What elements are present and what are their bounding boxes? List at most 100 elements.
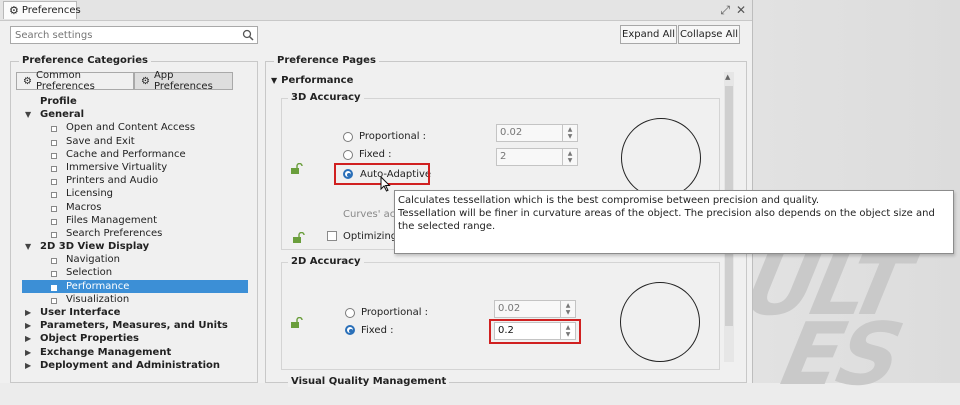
tree-item-label: Parameters, Measures, and Units <box>40 320 228 332</box>
radio-proportional-2d[interactable] <box>345 308 355 318</box>
proportional-3d-value: 0.02 <box>500 127 523 138</box>
chevron-right-icon[interactable]: ▶ <box>25 306 31 319</box>
tree-item[interactable]: Selection <box>22 266 248 279</box>
optimizing-label: Optimizing <box>343 231 398 242</box>
leaf-icon <box>51 152 57 159</box>
tree-item-label: User Interface <box>40 307 121 318</box>
tree-item[interactable]: Immersive Virtuality <box>22 161 248 174</box>
tree-item[interactable]: Cache and Performance <box>22 148 248 161</box>
accuracy-3d-title: 3D Accuracy <box>288 92 364 103</box>
scroll-up-icon[interactable]: ▲ <box>725 73 730 81</box>
section-title: Performance <box>281 75 354 86</box>
maximize-icon[interactable]: ⤢ <box>720 3 730 18</box>
stepper-arrows-icon[interactable]: ▲ ▼ <box>562 125 577 141</box>
tree-item-label: Object Properties <box>40 333 140 345</box>
preferences-tab[interactable]: ⚙ Preferences <box>3 1 81 19</box>
proportional-3d-stepper[interactable]: 0.02 ▲ ▼ <box>496 124 578 142</box>
lock-icon[interactable] <box>290 316 303 328</box>
tree-item-label: Save and Exit <box>66 135 135 147</box>
optimizing-checkbox[interactable] <box>327 231 337 241</box>
chevron-right-icon[interactable]: ▶ <box>25 332 31 345</box>
proportional-2d-value: 0.02 <box>498 303 521 314</box>
collapse-all-button[interactable]: Collapse All <box>678 25 740 44</box>
tab-label: Common Preferences <box>35 70 95 92</box>
tree-item[interactable]: Macros <box>22 201 248 214</box>
tree-item[interactable]: Printers and Audio <box>22 174 248 187</box>
fixed-3d-label: Fixed : <box>359 149 392 160</box>
tree-item-label: Macros <box>66 201 102 213</box>
search-icon[interactable] <box>242 29 254 44</box>
tree-item[interactable]: Profile <box>22 95 248 108</box>
tree-item[interactable]: Save and Exit <box>22 135 248 148</box>
tree-item-label: Search Preferences <box>66 227 163 239</box>
tree-item[interactable]: ▶ Parameters, Measures, and Units <box>22 319 248 332</box>
tree-item-label: Files Management <box>66 214 157 226</box>
tree-item[interactable]: Performance <box>22 279 248 293</box>
tree-item[interactable]: ▶ User Interface <box>22 306 248 319</box>
stepper-arrows-icon[interactable]: ▲ ▼ <box>560 301 575 317</box>
tree-item[interactable]: Visualization <box>22 293 248 306</box>
accuracy-2d-title: 2D Accuracy <box>288 256 364 267</box>
radio-fixed-2d[interactable] <box>345 325 355 335</box>
chevron-right-icon[interactable]: ▶ <box>25 319 31 332</box>
tab-common-preferences[interactable]: ⚙ Common Preferences <box>16 70 134 92</box>
leaf-icon <box>51 271 57 278</box>
tree-item[interactable]: Open and Content Access <box>22 121 248 134</box>
chevron-right-icon[interactable]: ▶ <box>25 359 31 372</box>
tree-item[interactable]: ▶ Object Properties <box>22 332 248 345</box>
tree-item[interactable]: Licensing <box>22 187 248 200</box>
auto-adaptive-tooltip: Calculates tessellation which is the bes… <box>394 190 954 254</box>
tree-item-label: Immersive Virtuality <box>66 161 168 173</box>
expand-all-button[interactable]: Expand All <box>620 25 677 44</box>
search-input[interactable] <box>11 27 239 43</box>
chevron-down-icon: ▼ <box>271 76 278 85</box>
proportional-2d-stepper[interactable]: 0.02 ▲ ▼ <box>494 300 576 318</box>
curves-accuracy-label: Curves' acc <box>343 209 401 220</box>
leaf-icon <box>51 231 57 238</box>
search-field[interactable] <box>10 26 258 44</box>
leaf-icon <box>51 218 57 225</box>
radio-proportional-3d[interactable] <box>343 132 353 142</box>
tree-item[interactable]: ▼ General <box>22 108 248 121</box>
tree-item-label: Printers and Audio <box>66 175 159 187</box>
lock-icon[interactable] <box>292 231 305 243</box>
tab-app-preferences[interactable]: ⚙ App Preferences <box>134 70 233 92</box>
tree-item-label: Profile <box>40 96 77 107</box>
leaf-icon <box>51 205 57 212</box>
tree-item[interactable]: Navigation <box>22 253 248 266</box>
tree-item[interactable]: ▼ 2D 3D View Display <box>22 240 248 253</box>
close-icon[interactable]: ✕ <box>736 3 746 18</box>
gear-icon: ⚙ <box>23 75 32 87</box>
tab-label: App Preferences <box>153 70 213 92</box>
tree-item-label: General <box>40 109 84 121</box>
pages-title: Preference Pages <box>274 55 379 66</box>
leaf-icon <box>51 192 57 199</box>
stepper-arrows-icon[interactable]: ▲ ▼ <box>562 149 577 165</box>
performance-section-header[interactable]: ▼ Performance <box>271 75 353 86</box>
tree-item[interactable]: ▶ Exchange Management <box>22 346 248 359</box>
brand-watermark: ULT ES <box>721 235 916 405</box>
tree-item[interactable]: ▶ Deployment and Administration <box>22 359 248 372</box>
tree-item[interactable]: Search Preferences <box>22 227 248 240</box>
tree-item[interactable]: Files Management <box>22 214 248 227</box>
leaf-icon <box>51 179 57 186</box>
tree-item-label: Navigation <box>66 254 120 266</box>
accuracy-3d-preview-circle <box>621 118 701 198</box>
accuracy-2d-preview-circle <box>620 282 700 362</box>
lock-icon[interactable] <box>290 162 303 174</box>
radio-fixed-3d[interactable] <box>343 150 353 160</box>
leaf-icon <box>51 139 57 146</box>
leaf-icon <box>51 126 57 133</box>
fixed-2d-label: Fixed : <box>361 325 394 336</box>
leaf-icon <box>51 284 57 291</box>
chevron-right-icon[interactable]: ▶ <box>25 346 31 359</box>
fixed-3d-stepper[interactable]: 2 ▲ ▼ <box>496 148 578 166</box>
tree-item-label: Visualization <box>66 293 130 305</box>
gear-icon: ⚙ <box>141 75 150 87</box>
chevron-down-icon[interactable]: ▼ <box>25 108 31 121</box>
leaf-icon <box>51 165 57 172</box>
tree-item-label: Cache and Performance <box>66 148 186 160</box>
chevron-down-icon[interactable]: ▼ <box>25 240 31 253</box>
tree-item-label: 2D 3D View Display <box>40 241 150 253</box>
leaf-icon <box>51 258 57 265</box>
